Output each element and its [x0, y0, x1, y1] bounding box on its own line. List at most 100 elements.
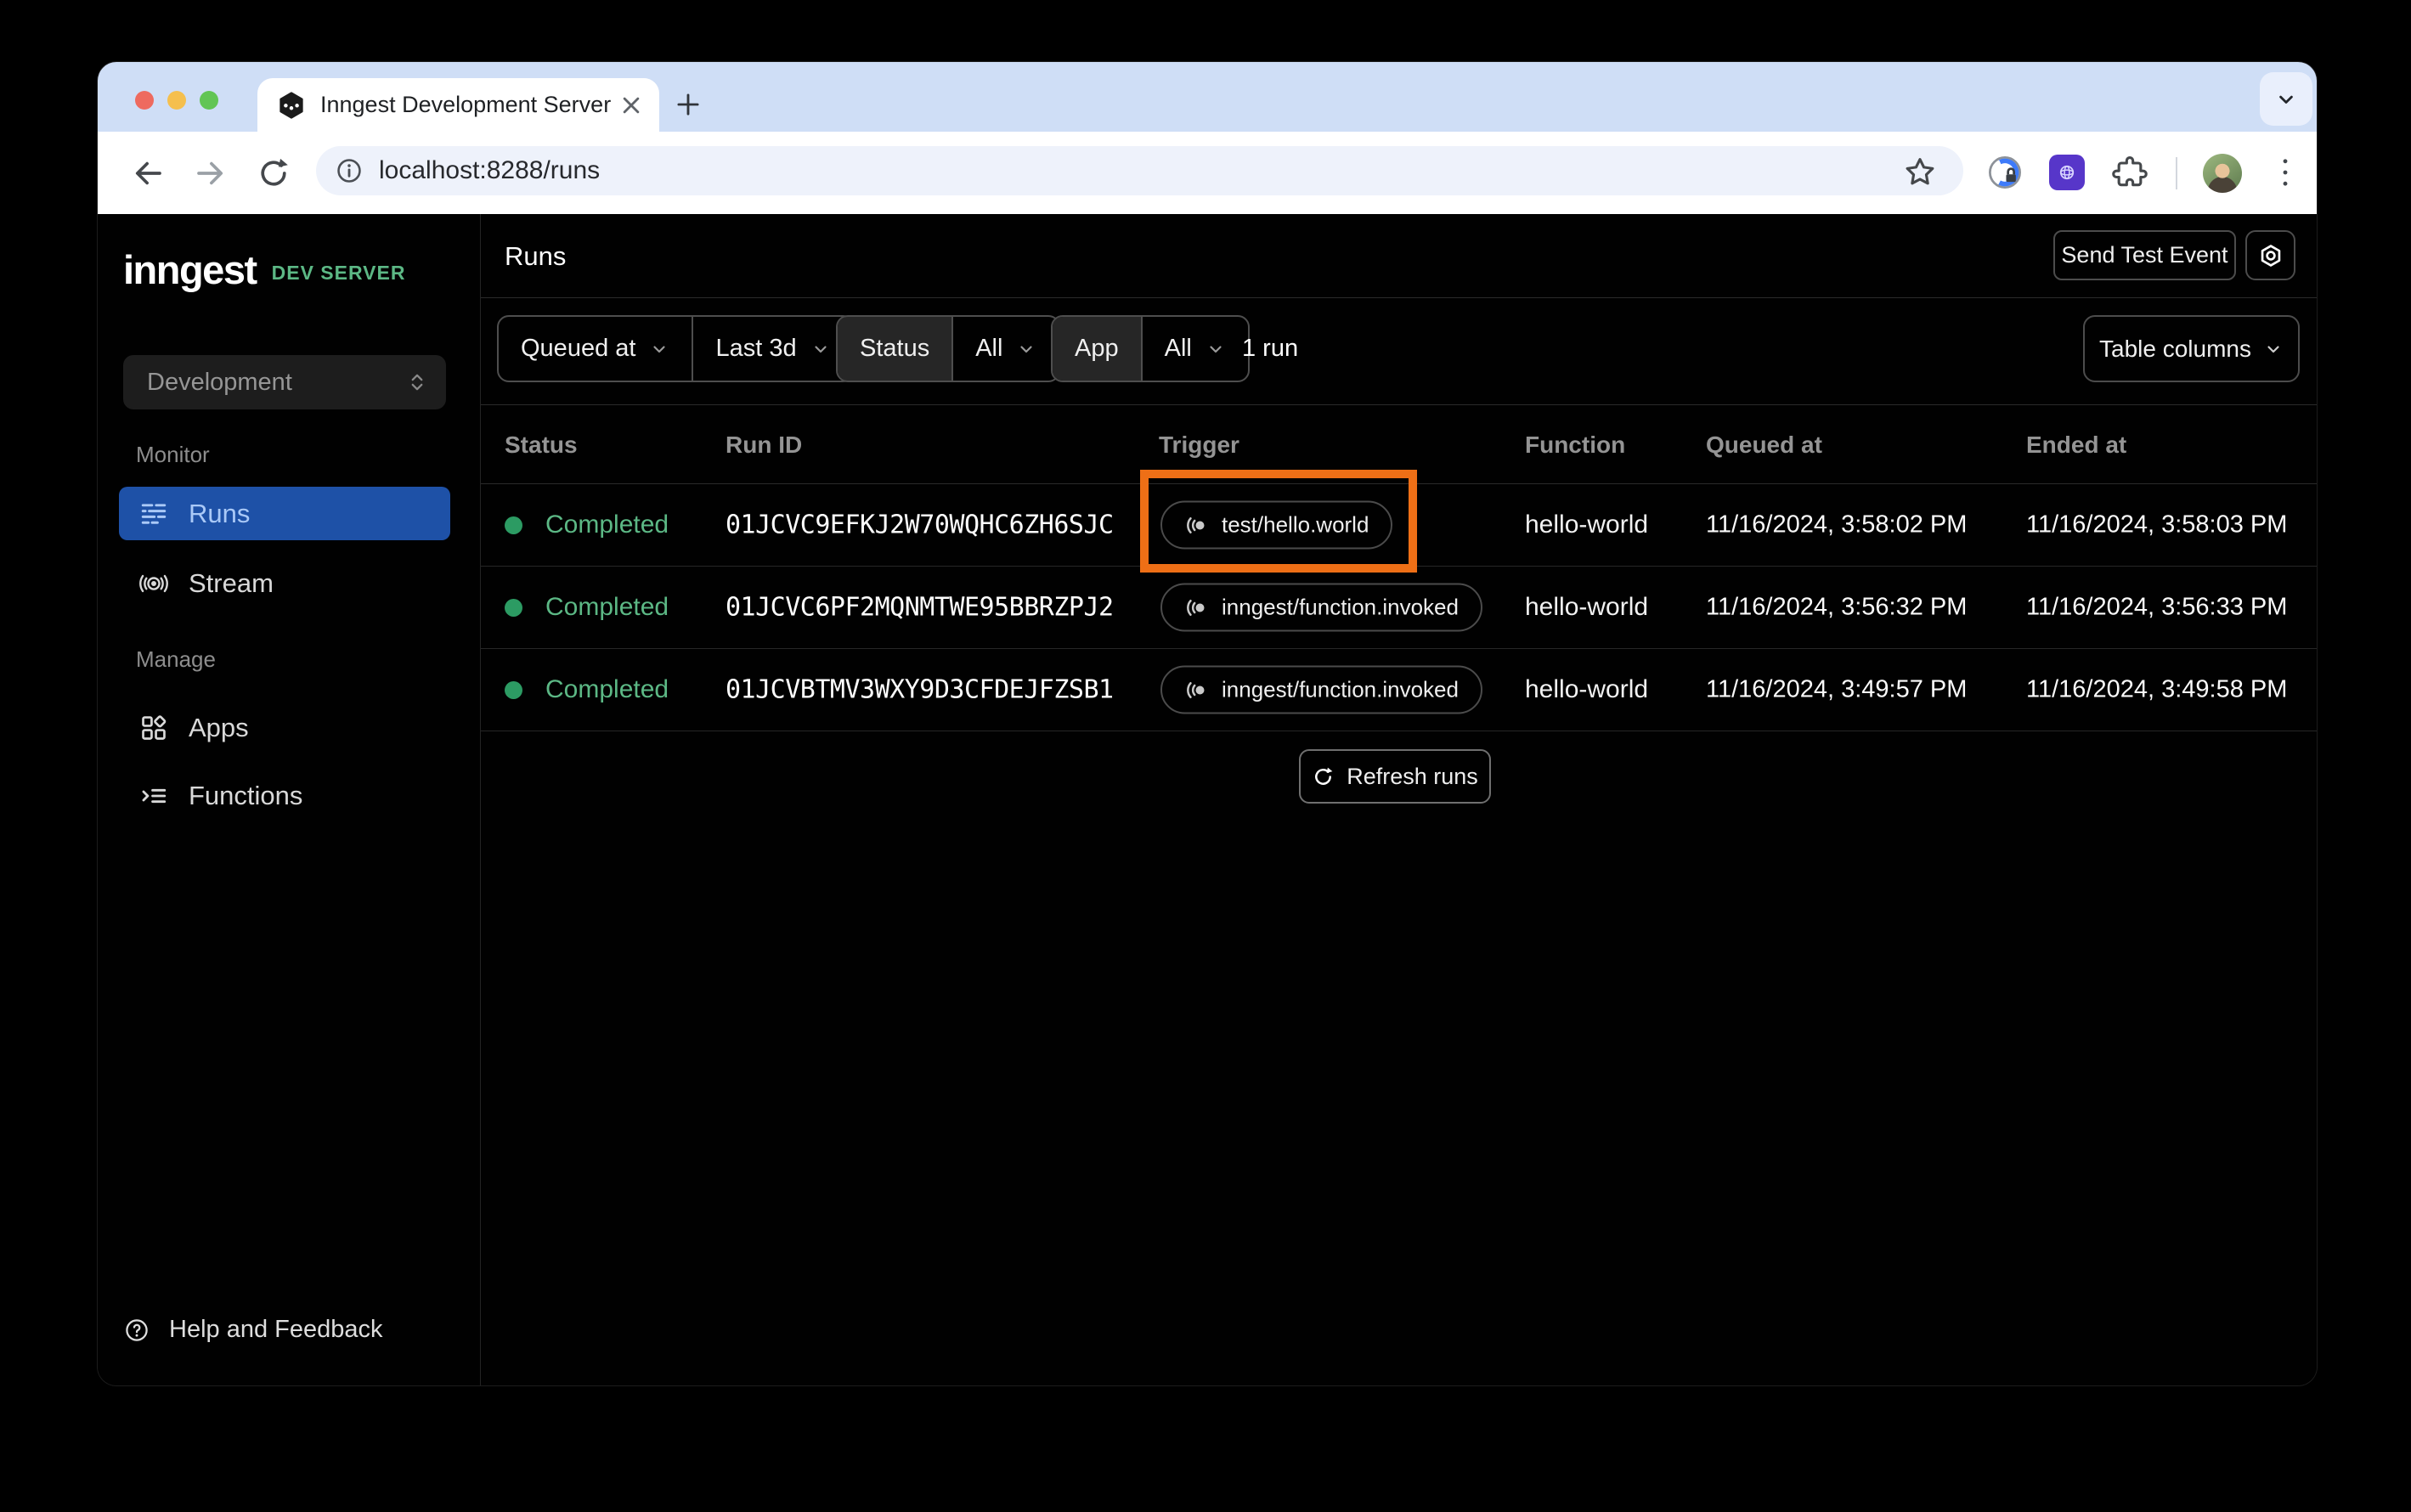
help-label: Help and Feedback [169, 1316, 383, 1343]
trigger-cell: inngest/function.invoked [1160, 583, 1482, 632]
trigger-pill[interactable]: inngest/function.invoked [1160, 665, 1482, 714]
column-header-ended-at: Ended at [2026, 432, 2127, 458]
column-header-function: Function [1525, 432, 1626, 458]
functions-icon [142, 788, 167, 803]
address-bar[interactable]: localhost:8288/runs [316, 146, 1963, 195]
reload-button[interactable] [256, 155, 291, 191]
run-id-cell[interactable]: 01JCVBTMV3WXY9D3CFDEJFZSB1 [726, 675, 1114, 705]
apps-icon [142, 714, 167, 740]
sidebar-item-functions[interactable]: Functions [119, 769, 450, 822]
inngest-wordmark: inngest [123, 247, 257, 292]
chevron-down-icon [814, 345, 827, 353]
logo: inngest DEV SERVER [123, 246, 405, 293]
browser-menu-icon[interactable] [2273, 154, 2297, 191]
chevron-up-down-icon [411, 374, 423, 391]
status-dot-icon [505, 598, 522, 617]
column-header-queued-at: Queued at [1706, 432, 1822, 458]
close-window-button[interactable] [135, 91, 154, 110]
ended-at-cell: 11/16/2024, 3:49:58 PM [2026, 675, 2288, 703]
sidebar-item-stream[interactable]: Stream [119, 556, 450, 610]
url-text: localhost:8288/runs [379, 156, 601, 184]
extensions-puzzle-icon[interactable] [2111, 154, 2148, 191]
queued-at-cell: 11/16/2024, 3:56:32 PM [1706, 593, 1968, 621]
chevron-down-icon [1210, 345, 1222, 353]
new-tab-button[interactable] [672, 88, 704, 121]
page-title: Runs [505, 241, 567, 271]
globe-icon [2059, 165, 2075, 180]
status-filter-dropdown[interactable]: All [951, 317, 1059, 381]
ended-at-cell: 11/16/2024, 3:56:33 PM [2026, 593, 2288, 621]
chevron-down-icon [2267, 345, 2279, 353]
status-cell: Completed [505, 511, 669, 539]
table-row[interactable]: Completed 01JCVC6PF2MQNMTWE95BBRZPJ2 inn… [481, 567, 2317, 649]
runs-icon [141, 503, 167, 524]
sidebar-item-label: Functions [189, 780, 303, 810]
inngest-app: inngest DEV SERVER Development Monitor R… [98, 214, 2317, 1385]
app-filter-dropdown[interactable]: All [1140, 317, 1248, 381]
trigger-cell: inngest/function.invoked [1160, 665, 1482, 714]
time-range-dropdown[interactable]: Last 3d [692, 317, 852, 381]
tab-search-button[interactable] [2260, 72, 2312, 126]
status-dot-icon [505, 680, 522, 699]
sidebar-item-runs[interactable]: Runs [119, 487, 450, 540]
back-button[interactable] [130, 155, 166, 191]
status-filter-group: Status All [836, 315, 1061, 382]
gear-icon [2261, 244, 2280, 267]
table-columns-button[interactable]: Table columns [2083, 315, 2300, 382]
send-test-event-button[interactable]: Send Test Event [2053, 230, 2236, 280]
sidebar-item-label: Apps [189, 712, 249, 742]
status-cell: Completed [505, 675, 669, 704]
refresh-runs-button[interactable]: Refresh runs [1299, 749, 1491, 804]
chevron-down-icon [653, 345, 666, 353]
event-broadcast-icon [1187, 681, 1205, 698]
trigger-pill[interactable]: inngest/function.invoked [1160, 583, 1482, 632]
environment-select[interactable]: Development [123, 355, 446, 409]
page-header: Runs Send Test Event [481, 214, 2317, 298]
status-dot-icon [505, 516, 522, 534]
main-panel: Runs Send Test Event Queued at Last 3d S… [481, 214, 2317, 1385]
toolbar-divider [2176, 157, 2177, 189]
annotation-highlight-box [1140, 470, 1417, 573]
browser-extension-icon[interactable] [2049, 155, 2085, 190]
forward-button[interactable] [193, 155, 229, 191]
sidebar-item-apps[interactable]: Apps [119, 701, 450, 754]
sidebar-item-label: Stream [189, 567, 274, 598]
browser-toolbar: localhost:8288/runs [98, 132, 2317, 214]
manage-section-label: Manage [136, 646, 216, 672]
browser-tab[interactable]: Inngest Development Server [257, 78, 659, 132]
run-id-cell[interactable]: 01JCVC6PF2MQNMTWE95BBRZPJ2 [726, 593, 1114, 623]
event-broadcast-icon [1187, 599, 1205, 616]
sidebar: inngest DEV SERVER Development Monitor R… [98, 214, 481, 1385]
function-cell[interactable]: hello-world [1525, 593, 1648, 622]
chevron-down-icon [1020, 345, 1033, 353]
time-field-dropdown[interactable]: Queued at [499, 317, 692, 381]
queued-at-cell: 11/16/2024, 3:49:57 PM [1706, 675, 1968, 703]
dev-server-badge: DEV SERVER [271, 262, 406, 284]
bookmark-star-icon[interactable] [1901, 154, 1939, 191]
password-manager-extension-icon[interactable] [1986, 154, 2024, 191]
queued-at-cell: 11/16/2024, 3:58:02 PM [1706, 511, 1968, 539]
help-and-feedback[interactable]: Help and Feedback [123, 1316, 383, 1344]
tab-title: Inngest Development Server [320, 92, 612, 117]
tab-strip: Inngest Development Server [98, 62, 2317, 132]
time-filter-group: Queued at Last 3d [497, 315, 855, 382]
app-filter-label: App [1053, 317, 1141, 381]
desktop-background: Inngest Development Server localhost:828… [0, 0, 2411, 1512]
browser-window: Inngest Development Server localhost:828… [98, 62, 2317, 1385]
column-header-run-id: Run ID [726, 432, 803, 458]
profile-avatar[interactable] [2203, 154, 2242, 193]
function-cell[interactable]: hello-world [1525, 675, 1648, 704]
app-filter-group: App All [1051, 315, 1250, 382]
minimize-window-button[interactable] [167, 91, 186, 110]
run-id-cell[interactable]: 01JCVC9EFKJ2W70WQHC6ZH6SJC [726, 511, 1114, 540]
chevron-down-icon [2279, 95, 2293, 104]
function-cell[interactable]: hello-world [1525, 511, 1648, 539]
site-info-icon[interactable] [335, 156, 364, 185]
tab-close-icon[interactable] [622, 96, 641, 115]
monitor-section-label: Monitor [136, 442, 210, 467]
zoom-window-button[interactable] [200, 91, 218, 110]
settings-button[interactable] [2245, 230, 2295, 280]
table-row[interactable]: Completed 01JCVBTMV3WXY9D3CFDEJFZSB1 inn… [481, 649, 2317, 731]
inngest-favicon-icon [279, 91, 303, 119]
help-icon [126, 1318, 148, 1341]
